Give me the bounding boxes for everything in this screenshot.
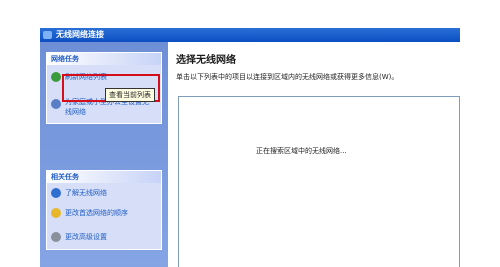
change-preferred-order-label: 更改首选网络的顺序 — [65, 209, 128, 217]
title-bar[interactable]: 无线网络连接 — [40, 28, 460, 42]
wireless-icon — [43, 31, 52, 39]
main-content: 选择无线网络 单击以下列表中的项目以连接到区域内的无线网络或获得更多信息(W)。… — [168, 42, 460, 267]
window-title: 无线网络连接 — [56, 30, 104, 39]
related-tasks-header[interactable]: 相关任务 — [47, 171, 161, 183]
setup-wireless-icon — [51, 99, 61, 109]
info-icon — [51, 188, 61, 198]
searching-status: 正在搜索区域中的无线网络... — [256, 147, 347, 155]
page-title: 选择无线网络 — [176, 55, 236, 66]
change-advanced-settings-label: 更改高级设置 — [65, 233, 107, 241]
related-tasks-group: 相关任务 了解无线网络 更改首选网络的顺序 更改高级设置 — [46, 170, 162, 250]
learn-wireless-link[interactable]: 了解无线网络 — [47, 185, 161, 201]
learn-wireless-label: 了解无线网络 — [65, 189, 107, 197]
settings-icon — [51, 232, 61, 242]
tooltip: 查看当前列表 — [105, 88, 155, 102]
refresh-icon — [51, 72, 61, 82]
network-list[interactable] — [178, 96, 460, 267]
change-advanced-settings-link[interactable]: 更改高级设置 — [47, 229, 161, 245]
network-tasks-header[interactable]: 网络任务 — [47, 53, 161, 65]
wireless-network-window: 无线网络连接 网络任务 刷新网络列表 为家庭或小型办公室设置无线网络 相关任务 … — [40, 28, 460, 267]
star-icon — [51, 208, 61, 218]
change-preferred-order-link[interactable]: 更改首选网络的顺序 — [47, 205, 161, 221]
instruction-text: 单击以下列表中的项目以连接到区域内的无线网络或获得更多信息(W)。 — [176, 73, 399, 81]
